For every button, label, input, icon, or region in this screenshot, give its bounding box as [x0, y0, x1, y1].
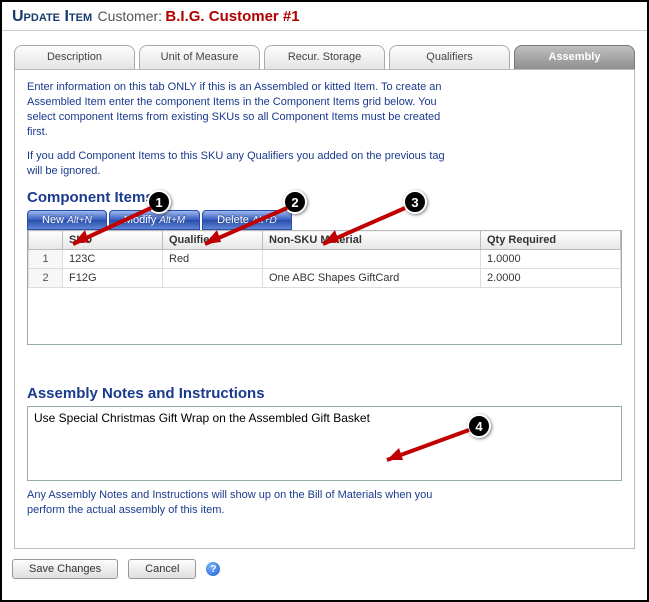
- new-button-hint: Alt+N: [67, 215, 92, 226]
- info-paragraph-1: Enter information on this tab ONLY if th…: [27, 80, 457, 139]
- cell-nonsku: One ABC Shapes GiftCard: [263, 269, 481, 288]
- tab-bar: Description Unit of Measure Recur. Stora…: [2, 31, 647, 69]
- cell-qty: 2.0000: [481, 269, 621, 288]
- help-icon[interactable]: ?: [206, 562, 220, 576]
- component-items-table: SKU Qualifier Non-SKU Material Qty Requi…: [28, 230, 621, 288]
- info-paragraph-2: If you add Component Items to this SKU a…: [27, 149, 457, 179]
- component-button-bar: New Alt+N Modify Alt+M Delete Alt+D: [27, 210, 622, 230]
- customer-label: Customer:: [97, 8, 162, 24]
- component-items-grid[interactable]: SKU Qualifier Non-SKU Material Qty Requi…: [27, 230, 622, 345]
- table-row[interactable]: 1 123C Red 1.0000: [29, 250, 621, 269]
- customer-name: B.I.G. Customer #1: [165, 8, 299, 25]
- tab-description[interactable]: Description: [14, 45, 135, 69]
- tab-unit-of-measure[interactable]: Unit of Measure: [139, 45, 260, 69]
- cell-qty: 1.0000: [481, 250, 621, 269]
- cell-qualifier: [163, 269, 263, 288]
- table-header-row: SKU Qualifier Non-SKU Material Qty Requi…: [29, 231, 621, 250]
- col-qty[interactable]: Qty Required: [481, 231, 621, 250]
- save-changes-button[interactable]: Save Changes: [12, 559, 118, 579]
- footer-bar: Save Changes Cancel ?: [2, 555, 647, 585]
- cell-nonsku: [263, 250, 481, 269]
- table-row[interactable]: 2 F12G One ABC Shapes GiftCard 2.0000: [29, 269, 621, 288]
- col-qualifier[interactable]: Qualifier: [163, 231, 263, 250]
- page-title: Update Item: [12, 8, 92, 25]
- modify-button-hint: Alt+M: [159, 215, 185, 226]
- assembly-notes-input[interactable]: [27, 406, 622, 481]
- tab-qualifiers[interactable]: Qualifiers: [389, 45, 510, 69]
- cell-sku: 123C: [63, 250, 163, 269]
- new-button[interactable]: New Alt+N: [27, 210, 107, 230]
- assembly-notes-title: Assembly Notes and Instructions: [27, 385, 622, 402]
- cell-rownum: 1: [29, 250, 63, 269]
- new-button-label: New: [42, 214, 64, 226]
- cancel-button[interactable]: Cancel: [128, 559, 196, 579]
- modify-button[interactable]: Modify Alt+M: [109, 210, 200, 230]
- assembly-notes-footer: Any Assembly Notes and Instructions will…: [27, 488, 457, 518]
- col-rownum[interactable]: [29, 231, 63, 250]
- modify-button-label: Modify: [124, 214, 156, 226]
- cell-sku: F12G: [63, 269, 163, 288]
- cell-rownum: 2: [29, 269, 63, 288]
- tab-recur-storage[interactable]: Recur. Storage: [264, 45, 385, 69]
- cell-qualifier: Red: [163, 250, 263, 269]
- component-items-title: Component Items: [27, 189, 622, 206]
- col-sku[interactable]: SKU: [63, 231, 163, 250]
- info-text: Enter information on this tab ONLY if th…: [27, 80, 457, 179]
- page-header: Update Item Customer: B.I.G. Customer #1: [2, 2, 647, 31]
- delete-button[interactable]: Delete Alt+D: [202, 210, 292, 230]
- tab-content: Enter information on this tab ONLY if th…: [14, 69, 635, 549]
- col-nonsku[interactable]: Non-SKU Material: [263, 231, 481, 250]
- delete-button-hint: Alt+D: [252, 215, 277, 226]
- tab-assembly[interactable]: Assembly: [514, 45, 635, 69]
- delete-button-label: Delete: [217, 214, 249, 226]
